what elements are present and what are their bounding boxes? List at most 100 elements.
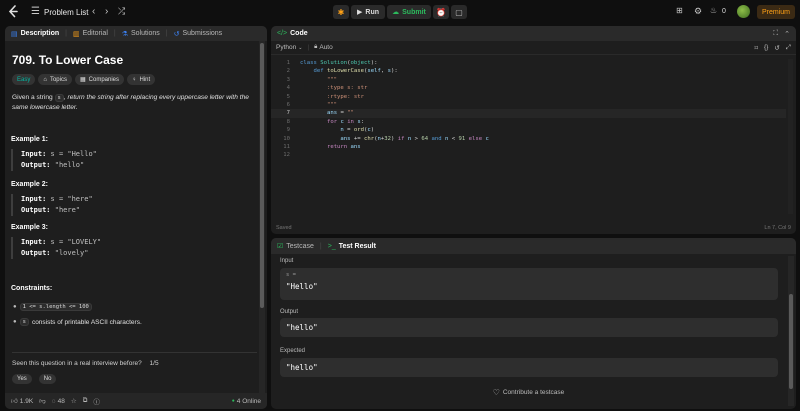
token: <: [451, 135, 456, 142]
leetcode-logo-icon[interactable]: [8, 5, 20, 19]
hint-label: Hint: [139, 76, 151, 83]
input-label: Input:: [21, 195, 47, 203]
divider: |: [307, 44, 310, 51]
collapse-chevron-icon[interactable]: ⌃: [784, 30, 790, 38]
code-line: 11 return ans: [271, 143, 786, 151]
tab-test-result[interactable]: >_ Test Result: [328, 243, 376, 250]
companies-label: Companies: [88, 76, 120, 83]
tab-editorial[interactable]: ▥ Editorial: [73, 30, 108, 38]
language-select[interactable]: Python ⌄: [276, 44, 302, 51]
shuffle-icon[interactable]: ⤮: [118, 6, 125, 17]
line-number: 11: [283, 143, 290, 150]
layout-grid-icon[interactable]: ⊞: [676, 6, 683, 15]
scrollbar-track[interactable]: [259, 41, 265, 396]
topics-chip[interactable]: ⌂ Topics: [38, 74, 72, 85]
constraints-section: Constraints: ● 1 <= s.length <= 100 ● s …: [5, 285, 255, 326]
notes-button[interactable]: ▢: [451, 5, 467, 19]
help-icon[interactable]: ⓘ: [93, 396, 100, 406]
run-button[interactable]: ▶ Run: [351, 5, 385, 19]
code-line: 1 class Solution(object):: [271, 59, 786, 67]
code-title: Code: [290, 30, 308, 37]
yes-button[interactable]: Yes: [12, 374, 32, 384]
streak-fire-icon[interactable]: ♨: [710, 6, 717, 15]
dislike-icon[interactable]: 👎︎: [39, 397, 46, 405]
premium-button[interactable]: Premium: [757, 5, 795, 19]
scrollbar-thumb[interactable]: [260, 43, 264, 308]
comments-button[interactable]: ◌ 48: [52, 398, 65, 405]
bookmark-icon[interactable]: ⌑: [755, 44, 758, 52]
token: ,: [380, 68, 388, 75]
timer-button[interactable]: ⏰: [433, 5, 449, 19]
auto-mode-toggle[interactable]: 🔒︎ Auto: [314, 44, 333, 51]
maximize-icon[interactable]: ⛶: [773, 30, 778, 38]
token: "": [347, 110, 354, 117]
token: else: [468, 135, 483, 142]
interview-question: Seen this question in a real interview b…: [12, 360, 159, 367]
tab-submissions[interactable]: ↺ Submissions: [174, 30, 223, 38]
settings-gear-icon[interactable]: ⚙: [694, 6, 702, 17]
comment-icon: ◌: [51, 397, 56, 405]
play-icon: ▶: [357, 9, 363, 16]
line-number: 7: [286, 110, 290, 117]
hint-chip[interactable]: ♀ Hint: [127, 74, 156, 85]
token: ans: [340, 135, 351, 142]
chevron-down-icon: ⌄: [298, 44, 303, 51]
problem-list-link[interactable]: Problem List: [44, 8, 88, 17]
no-button[interactable]: No: [38, 374, 57, 384]
line-number: 10: [283, 135, 290, 142]
description-tab-bar: ▤ Description | ▥ Editorial | ⚗ Solution…: [5, 26, 267, 41]
tab-editorial-label: Editorial: [82, 30, 108, 37]
tag-row: Easy ⌂ Topics ▦ Companies ♀ Hint: [12, 74, 158, 85]
next-problem-icon[interactable]: ›: [105, 6, 108, 17]
result-scrollbar-thumb[interactable]: [789, 294, 793, 389]
code-line: 8 for c in s:: [271, 118, 786, 126]
tab-description[interactable]: ▤ Description: [11, 30, 59, 38]
prev-problem-icon[interactable]: ‹: [92, 6, 95, 17]
editor-toolbar: Python ⌄ | 🔒︎ Auto ⌑ {} ↺ ⤢: [271, 41, 796, 55]
token: ans: [350, 143, 361, 150]
token: in: [347, 118, 354, 125]
list-icon[interactable]: ☰: [31, 6, 40, 17]
debug-button[interactable]: ✱: [333, 5, 349, 19]
token: class: [300, 60, 317, 66]
submit-button[interactable]: ☁ Submit: [387, 5, 431, 19]
avatar[interactable]: [737, 5, 750, 18]
result-scrollbar[interactable]: [788, 256, 794, 406]
fullscreen-icon[interactable]: ⤢: [786, 44, 791, 52]
cloud-upload-icon: ☁: [392, 9, 400, 16]
output-box: "hello": [280, 318, 778, 337]
example-block: Input: s = "here" Output: "here": [11, 194, 255, 216]
tab-solutions[interactable]: ⚗ Solutions: [122, 30, 160, 38]
line-number: 12: [283, 152, 290, 159]
token: c: [340, 118, 344, 125]
divider-line: [12, 352, 257, 353]
heart-icon: ♡: [492, 388, 500, 397]
example-3: Example 3: Input: s = "LOVELY" Output: "…: [5, 224, 255, 259]
example-block: Input: s = "Hello" Output: "hello": [11, 149, 255, 171]
token: ): [370, 127, 375, 134]
reset-icon[interactable]: ↺: [774, 44, 779, 52]
output-label: Output: [280, 309, 299, 315]
constraint-code: s: [19, 318, 29, 326]
code-brackets-icon: </>: [277, 30, 288, 37]
example-1: Example 1: Input: s = "Hello" Output: "h…: [5, 136, 255, 171]
line-number: 5: [286, 93, 290, 100]
code-editor[interactable]: 1 class Solution(object): 2 def toLowerCa…: [271, 59, 786, 219]
contribute-testcase-link[interactable]: ♡ Contribute a testcase: [271, 388, 786, 397]
token: ): [391, 135, 395, 142]
input-label: Input: [280, 258, 294, 264]
bug-icon: ✱: [337, 7, 345, 17]
token: 91: [458, 135, 466, 142]
output-label: Output:: [21, 206, 51, 214]
editor-scrollbar[interactable]: [788, 59, 793, 214]
like-button[interactable]: 👍︎ 1.9K: [11, 397, 33, 406]
companies-chip[interactable]: ▦ Companies: [74, 74, 125, 85]
inline-code: s: [54, 94, 64, 102]
code-line: 7 ans = "": [271, 109, 786, 118]
tab-testcase[interactable]: ☑ Testcase: [277, 242, 314, 251]
line-number: 3: [286, 76, 290, 83]
share-icon[interactable]: ⧉: [83, 397, 88, 405]
favorite-star-icon[interactable]: ☆: [71, 397, 77, 405]
braces-icon[interactable]: {}: [764, 44, 768, 51]
tab-description-label: Description: [20, 30, 60, 37]
